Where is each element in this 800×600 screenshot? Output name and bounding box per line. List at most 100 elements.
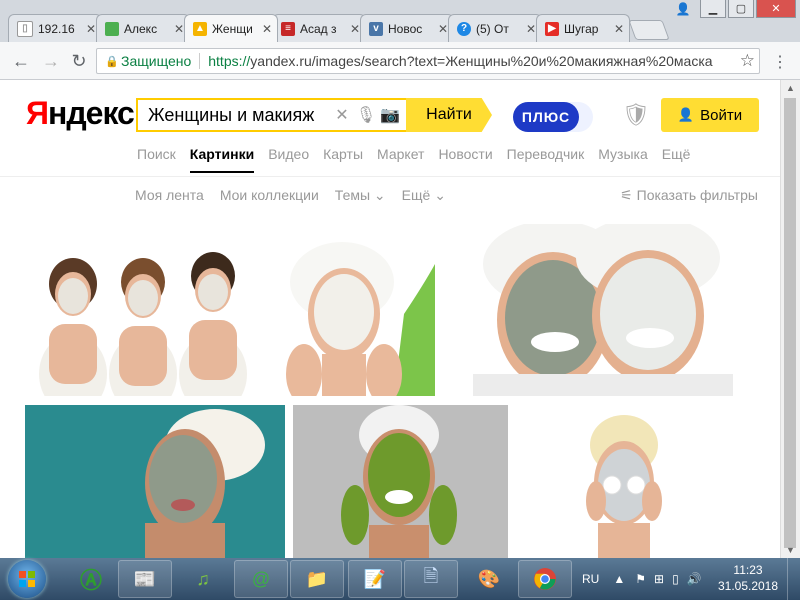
- url-scheme: https://: [208, 53, 251, 69]
- forward-arrow-icon[interactable]: →: [40, 50, 62, 72]
- service-tabs: Поиск Картинки Видео Карты Маркет Новост…: [137, 146, 704, 173]
- window-close-button[interactable]: ✕: [756, 0, 796, 18]
- reload-icon[interactable]: ↻: [68, 50, 90, 72]
- plus-toggle[interactable]: ПЛЮС: [513, 102, 593, 132]
- tray-expand-icon[interactable]: ▲: [613, 572, 625, 586]
- find-button[interactable]: Найти: [406, 98, 492, 132]
- camera-icon[interactable]: 📷: [378, 105, 402, 125]
- woman-grey-mask-teal-photo: [25, 405, 285, 558]
- image-result[interactable]: [25, 224, 257, 396]
- scroll-down-arrow-icon[interactable]: ▼: [781, 542, 800, 558]
- tab-music[interactable]: Музыка: [598, 146, 648, 173]
- tab-label: Алекс: [124, 21, 158, 36]
- scroll-thumb[interactable]: [784, 98, 796, 548]
- more-dropdown[interactable]: Ещё ⌄: [402, 187, 446, 204]
- tab-more[interactable]: Ещё: [662, 146, 691, 173]
- lock-icon: 🔒: [105, 55, 119, 68]
- bookmark-star-icon[interactable]: ☆: [740, 51, 755, 71]
- tab-search[interactable]: Поиск: [137, 146, 176, 173]
- tab-market[interactable]: Маркет: [377, 146, 424, 173]
- tab-images[interactable]: Картинки: [189, 146, 255, 173]
- divider: [0, 176, 780, 177]
- page-content: Яндекс Женщины и макияж ✕ 🎙 📷 Найти ПЛЮС…: [0, 80, 780, 558]
- minimize-button[interactable]: ▁: [700, 0, 726, 18]
- person-icon: 👤: [677, 107, 695, 122]
- browser-toolbar: ← → ↻ 🔒 Защищено https:// yandex.ru/imag…: [0, 42, 800, 80]
- youtube-icon: ▶: [545, 21, 559, 36]
- url-text: yandex.ru/images/search?text=Женщины%20и…: [250, 53, 713, 69]
- tab-otvety[interactable]: ? (5) От ✕: [448, 14, 542, 42]
- woman-green-mask-photo: [293, 405, 508, 558]
- filter-bar: Моя лента Мои коллекции Темы ⌄ Ещё ⌄: [135, 187, 462, 204]
- scroll-up-arrow-icon[interactable]: ▲: [781, 80, 800, 96]
- start-button[interactable]: [8, 560, 46, 598]
- login-label: Войти: [700, 106, 743, 124]
- maximize-button[interactable]: ▢: [728, 0, 754, 18]
- my-collections-link[interactable]: Мои коллекции: [220, 187, 319, 204]
- show-filters-label: Показать фильтры: [636, 187, 758, 203]
- tab-shugar[interactable]: ▶ Шугар ✕: [536, 14, 630, 42]
- system-tray: RU ▲ ⚑ ⊞ ▯ 🔊: [582, 558, 702, 600]
- green-a-app-icon[interactable]: Ⓐ: [64, 560, 118, 598]
- clock-date: 31.05.2018: [717, 579, 779, 593]
- clear-icon[interactable]: ✕: [330, 105, 354, 125]
- divider: [199, 53, 201, 69]
- microphone-icon[interactable]: 🎙: [354, 105, 378, 125]
- menu-dots-icon[interactable]: ⋮: [770, 52, 790, 72]
- tab-label: Шугар: [564, 21, 599, 36]
- power-icon[interactable]: ▯: [672, 572, 679, 586]
- logo-rest: ндекс: [48, 95, 135, 131]
- back-arrow-icon[interactable]: ←: [10, 50, 32, 72]
- new-tab-button[interactable]: [628, 20, 670, 40]
- tab-maps[interactable]: Карты: [323, 146, 363, 173]
- tab-translate[interactable]: Переводчик: [507, 146, 585, 173]
- green-square-icon: [105, 21, 119, 36]
- vk-icon: v: [369, 21, 383, 36]
- tab-novosti[interactable]: v Новос ✕: [360, 14, 454, 42]
- sliders-icon: ⚟: [620, 187, 633, 203]
- show-filters-button[interactable]: ⚟ Показать фильтры: [620, 187, 758, 204]
- wordpad-app-icon[interactable]: 🗎: [404, 560, 458, 598]
- volume-icon[interactable]: 🔊: [687, 572, 702, 586]
- shield-icon[interactable]: 🛡: [622, 102, 650, 130]
- tab-192[interactable]: ▯ 192.16 ✕: [8, 14, 102, 42]
- close-icon[interactable]: ✕: [613, 22, 625, 36]
- image-result[interactable]: [264, 224, 435, 396]
- language-indicator[interactable]: RU: [582, 572, 599, 586]
- yandex-logo[interactable]: Яндекс: [26, 95, 135, 132]
- notepad-app-icon[interactable]: 📝: [348, 560, 402, 598]
- at-sign-app-icon[interactable]: @: [234, 560, 288, 598]
- address-bar[interactable]: 🔒 Защищено https:// yandex.ru/images/sea…: [96, 48, 760, 74]
- topics-dropdown[interactable]: Темы ⌄: [335, 187, 386, 204]
- chrome-app-icon[interactable]: [518, 560, 572, 598]
- image-result[interactable]: [293, 405, 508, 558]
- search-query[interactable]: Женщины и макияж: [138, 105, 330, 126]
- show-desktop-button[interactable]: [787, 558, 800, 600]
- page-scrollbar[interactable]: ▲ ▼: [780, 80, 800, 558]
- tab-video[interactable]: Видео: [268, 146, 309, 173]
- image-result[interactable]: [516, 405, 758, 558]
- flag-icon[interactable]: ⚑: [635, 572, 646, 586]
- network-icon[interactable]: ⊞: [654, 572, 664, 586]
- window-controls: ▁ ▢ ✕: [700, 0, 796, 18]
- tab-label: Асад з: [300, 21, 337, 36]
- tab-asad[interactable]: ≡ Асад з ✕: [272, 14, 366, 42]
- paint-app-icon[interactable]: 🎨: [462, 560, 516, 598]
- tab-aleks[interactable]: Алекс ✕: [96, 14, 190, 42]
- my-feed-link[interactable]: Моя лента: [135, 187, 204, 204]
- music-app-icon[interactable]: ♫: [176, 560, 230, 598]
- user-profile-icon[interactable]: 👤: [672, 1, 694, 17]
- image-result[interactable]: [443, 224, 758, 396]
- tab-zhenshchiny[interactable]: ▲ Женщи ✕: [184, 14, 278, 42]
- plus-label: ПЛЮС: [513, 102, 579, 132]
- tab-label: Женщи: [212, 21, 253, 36]
- search-input[interactable]: Женщины и макияж ✕ 🎙 📷: [136, 98, 406, 132]
- image-result[interactable]: [25, 405, 285, 558]
- document-app-icon[interactable]: 📰: [118, 560, 172, 598]
- tab-news[interactable]: Новости: [438, 146, 492, 173]
- login-button[interactable]: 👤 Войти: [661, 98, 759, 132]
- clock[interactable]: 11:23 31.05.2018: [712, 562, 784, 594]
- folder-app-icon[interactable]: 📁: [290, 560, 344, 598]
- question-icon: ?: [457, 21, 471, 36]
- close-icon[interactable]: ✕: [261, 22, 273, 36]
